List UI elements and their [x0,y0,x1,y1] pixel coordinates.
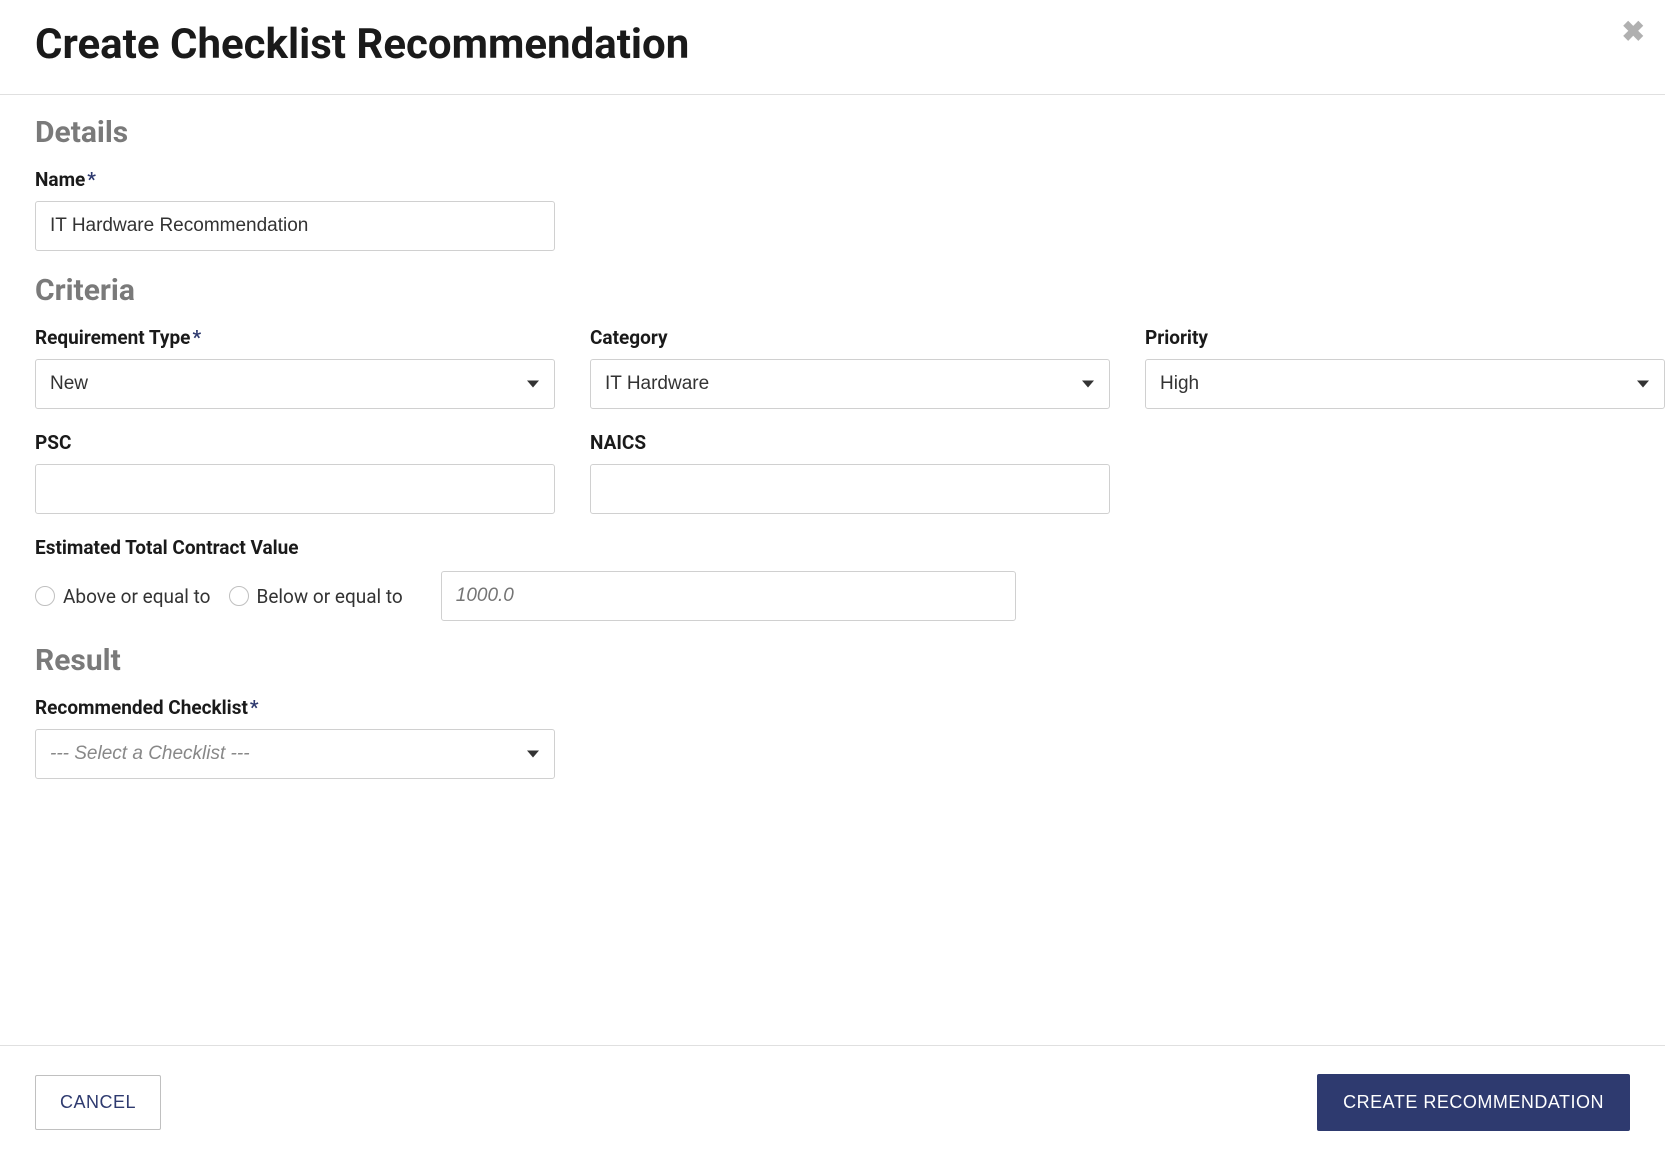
required-mark: * [250,696,259,719]
estimated-total-radio-row: Above or equal to Below or equal to [35,571,1630,621]
name-label: Name* [35,168,1630,191]
required-mark: * [192,326,201,349]
recommended-checklist-select[interactable] [35,729,555,779]
recommended-checklist-label: Recommended Checklist* [35,696,1630,719]
modal-header: Create Checklist Recommendation ✖ [0,0,1665,95]
section-result-heading: Result [35,643,1630,678]
requirement-type-select[interactable] [35,359,555,409]
section-criteria-heading: Criteria [35,273,1630,308]
category-select[interactable] [590,359,1110,409]
priority-field: Priority [1145,326,1665,409]
create-recommendation-button[interactable]: CREATE RECOMMENDATION [1317,1074,1630,1131]
name-field-group: Name* [35,168,1630,251]
psc-label: PSC [35,431,555,454]
name-input[interactable] [35,201,555,251]
modal-body: Details Name* Criteria Requirement Type*… [0,95,1665,1045]
criteria-row-1: Requirement Type* Category Priority [35,326,1630,409]
requirement-type-field: Requirement Type* [35,326,555,409]
below-radio-option[interactable]: Below or equal to [229,585,403,608]
create-recommendation-modal: Create Checklist Recommendation ✖ Detail… [0,0,1665,1159]
estimated-total-field-group: Estimated Total Contract Value Above or … [35,536,1630,621]
category-field: Category [590,326,1110,409]
requirement-type-label: Requirement Type* [35,326,555,349]
psc-field: PSC [35,431,555,514]
above-radio-option[interactable]: Above or equal to [35,585,211,608]
priority-label: Priority [1145,326,1665,349]
naics-input[interactable] [590,464,1110,514]
naics-label: NAICS [590,431,1110,454]
radio-icon [229,586,249,606]
estimated-total-label: Estimated Total Contract Value [35,536,1630,559]
modal-footer: CANCEL CREATE RECOMMENDATION [0,1045,1665,1159]
above-radio-label: Above or equal to [63,585,211,608]
criteria-row-2: PSC NAICS [35,431,1630,514]
section-details-heading: Details [35,115,1630,150]
recommended-checklist-select-wrapper [35,729,555,779]
priority-select-wrapper [1145,359,1665,409]
recommended-checklist-field-group: Recommended Checklist* [35,696,1630,779]
category-label: Category [590,326,1110,349]
category-select-wrapper [590,359,1110,409]
psc-input[interactable] [35,464,555,514]
requirement-type-select-wrapper [35,359,555,409]
radio-icon [35,586,55,606]
priority-select[interactable] [1145,359,1665,409]
below-radio-label: Below or equal to [257,585,403,608]
estimated-total-input[interactable] [441,571,1016,621]
close-icon[interactable]: ✖ [1622,18,1645,46]
required-mark: * [87,168,96,191]
cancel-button[interactable]: CANCEL [35,1075,161,1130]
modal-title: Create Checklist Recommendation [35,20,1630,69]
naics-field: NAICS [590,431,1110,514]
